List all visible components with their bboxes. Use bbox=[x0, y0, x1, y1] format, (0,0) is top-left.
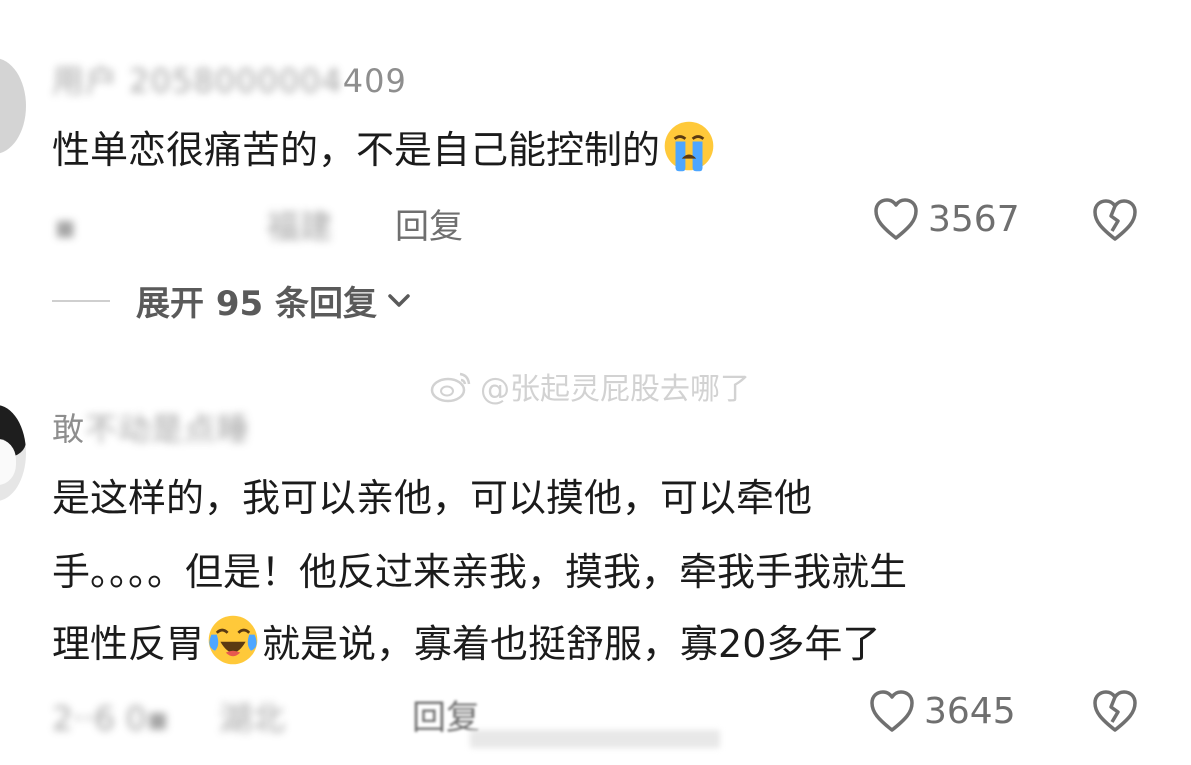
like-count: 3567 bbox=[928, 198, 1020, 240]
location-redacted: 湖北 bbox=[218, 699, 285, 738]
username-visible-head: 敢 bbox=[52, 410, 86, 448]
reply-button[interactable]: 回复 bbox=[395, 199, 463, 248]
comment-text-line-2: 手。。。。但是！他反过来亲我，摸我，牵我手我就生 bbox=[52, 550, 908, 594]
username[interactable]: 用户 2058000004409 bbox=[52, 56, 407, 102]
comment-text-part: 就是说，寡着也挺舒服，寡20多年了 bbox=[262, 622, 881, 666]
date-redacted: 2‧‧6 0▪ bbox=[52, 699, 169, 738]
crying-laughing-face-icon bbox=[208, 615, 258, 665]
watermark: @张起灵屁股去哪了 bbox=[430, 364, 750, 408]
broken-heart-icon[interactable] bbox=[1091, 197, 1139, 243]
username[interactable]: 敢不动是点睡 bbox=[52, 404, 250, 450]
like-button[interactable]: 3645 bbox=[868, 688, 1016, 734]
watermark-text: @张起灵屁股去哪了 bbox=[480, 372, 750, 407]
comment-text-line-3: 理性反胃 就是说，寡着也挺舒服，寡20多年了 bbox=[52, 610, 880, 678]
comment-text: 性单恋很痛苦的，不是自己能控制的 bbox=[52, 116, 718, 184]
avatar[interactable] bbox=[0, 405, 26, 501]
like-count: 3645 bbox=[924, 690, 1016, 732]
comment-text-line-1: 是这样的，我可以亲他，可以摸他，可以牵他 bbox=[52, 476, 813, 520]
heart-icon bbox=[870, 690, 914, 732]
chevron-down-icon bbox=[388, 293, 410, 307]
broken-heart-icon[interactable] bbox=[1091, 688, 1139, 734]
comment-meta: 2‧‧6 0▪ 湖北 bbox=[52, 692, 285, 740]
divider bbox=[52, 299, 110, 302]
avatar[interactable] bbox=[0, 58, 26, 154]
comment-body: 性单恋很痛苦的，不是自己能控制的 bbox=[52, 128, 661, 172]
heart-icon bbox=[874, 198, 918, 240]
username-visible-tail: 409 bbox=[342, 62, 407, 100]
expand-replies-button[interactable]: 展开 95 条回复 bbox=[52, 276, 413, 325]
like-button[interactable]: 3567 bbox=[872, 196, 1020, 242]
comment-meta: ▪ 福建 bbox=[54, 200, 332, 248]
location-redacted: 福建 bbox=[266, 207, 333, 246]
redaction-bar bbox=[470, 730, 720, 748]
loudly-crying-face-icon bbox=[664, 121, 714, 172]
expand-replies-label: 展开 95 条回复 bbox=[136, 284, 377, 324]
comment-text-part: 理性反胃 bbox=[52, 622, 205, 666]
username-redacted: 不动是点睡 bbox=[85, 410, 251, 448]
username-redacted: 用户 2058000004 bbox=[52, 62, 343, 100]
date-redacted: ▪ bbox=[54, 207, 77, 246]
weibo-logo-icon bbox=[430, 372, 471, 403]
